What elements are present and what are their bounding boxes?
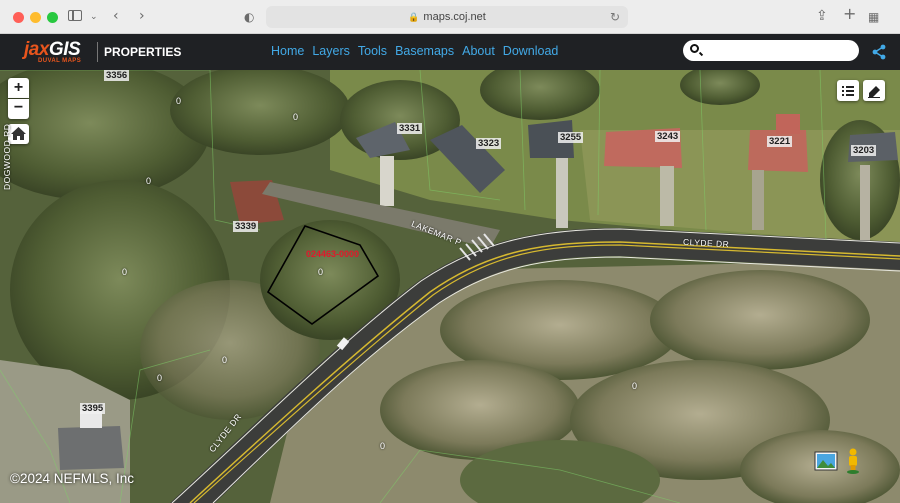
tab-overview-icon[interactable]: ▦ [868,9,879,25]
app-header: jaxGIS DUVAL MAPS PROPERTIES Home Layers… [0,34,900,70]
legend-button[interactable] [837,80,859,101]
nav-home[interactable]: Home [271,44,304,58]
clear-graphics-button[interactable] [863,80,885,101]
street-view-pegman-icon[interactable] [846,448,860,474]
zoom-in-button[interactable]: + [8,78,29,98]
browser-toolbar: ⌄ ‹ › ◐ 🔒 maps.coj.net ↻ ⇪ + ▦ [0,0,900,34]
main-nav: Home Layers Tools Basemaps About Downloa… [271,44,558,58]
minimize-window-button[interactable] [30,12,41,23]
street-label-dogwood: DOGWOOD RD [2,123,12,190]
url-text: maps.coj.net [423,11,486,23]
parcel-id-label[interactable]: 024463-0000 [306,249,359,259]
jaxgis-logo[interactable]: jaxGIS DUVAL MAPS [24,37,98,67]
maximize-window-button[interactable] [47,12,58,23]
image-gallery-icon[interactable] [814,451,838,471]
house-number-label: 3356 [104,70,130,81]
parcel-value-label: 0 [176,96,182,106]
parcel-value-label: 0 [146,176,152,186]
header-divider [97,42,98,62]
parcel-value-label: 0 [293,112,299,122]
back-arrow-icon[interactable]: ‹ [113,8,119,24]
share-icon[interactable]: ⇪ [816,8,828,24]
search-input[interactable] [683,40,859,61]
privacy-shield-icon[interactable]: ◐ [244,9,254,25]
nav-about[interactable]: About [462,44,495,58]
house-number-label: 3395 [80,403,106,414]
aerial-map[interactable]: + − 3356 3331 3323 3255 3243 3221 3203 3… [0,70,900,503]
plus-icon: + [13,79,24,96]
share-network-icon[interactable] [871,44,887,60]
eraser-icon [868,86,880,98]
copyright-watermark: ©2024 NEFMLS, Inc [10,471,134,486]
aerial-imagery [0,70,900,503]
logo-subtitle: DUVAL MAPS [38,58,82,64]
search-icon[interactable] [690,44,699,53]
product-title: PROPERTIES [104,45,182,59]
address-bar[interactable]: 🔒 maps.coj.net ↻ [266,6,628,28]
logo-text-jax: jax [24,39,49,60]
nav-basemaps[interactable]: Basemaps [395,44,454,58]
zoom-out-button[interactable]: − [8,99,29,119]
parcel-value-label: 0 [632,381,638,391]
nav-layers[interactable]: Layers [312,44,350,58]
house-number-label: 3243 [655,131,681,142]
forward-arrow-icon[interactable]: › [139,8,145,24]
parcel-value-label: 0 [157,373,163,383]
sidebar-toggle-icon[interactable] [68,10,82,21]
house-number-label: 3221 [767,136,793,147]
house-number-label: 3339 [233,221,259,232]
minus-icon: − [13,99,24,116]
lock-icon: 🔒 [408,12,420,22]
house-number-label: 3255 [558,132,584,143]
house-number-label: 3331 [397,123,423,134]
house-number-label: 3203 [851,145,877,156]
list-icon [842,86,854,96]
close-window-button[interactable] [13,12,24,23]
parcel-value-label: 0 [318,267,324,277]
logo-text-gis: GIS [48,39,81,60]
new-tab-icon[interactable]: + [843,6,856,22]
parcel-value-label: 0 [222,355,228,365]
nav-tools[interactable]: Tools [358,44,387,58]
nav-download[interactable]: Download [503,44,559,58]
chevron-down-icon[interactable]: ⌄ [90,9,98,25]
parcel-value-label: 0 [380,441,386,451]
parcel-value-label: 0 [122,267,128,277]
reload-icon[interactable]: ↻ [610,6,620,28]
house-number-label: 3323 [476,138,502,149]
